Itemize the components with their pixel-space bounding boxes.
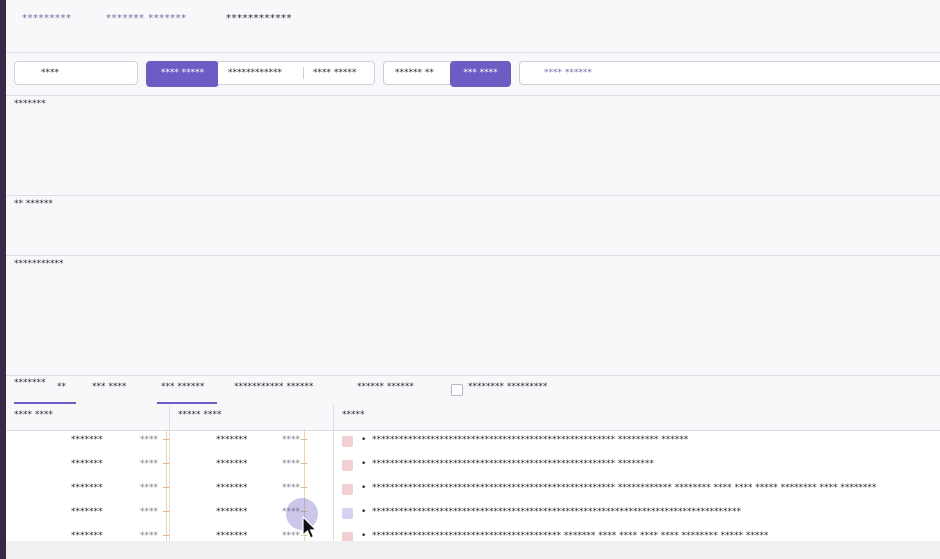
row-col2-unit: **** xyxy=(282,459,300,469)
chart-section-2: ** ****** xyxy=(6,196,940,256)
top-tab-1[interactable]: ********* xyxy=(22,13,72,24)
row-bar-marker-1 xyxy=(166,477,167,501)
table-row[interactable]: ******* **** ******* **** • *****************… xyxy=(6,501,940,525)
column-header-1[interactable]: **** **** xyxy=(14,410,53,420)
seg1-active-button[interactable]: **** ***** xyxy=(146,61,219,87)
search-value: **** xyxy=(41,68,59,78)
row-col1-value: ******* xyxy=(71,531,103,541)
segment-divider xyxy=(303,67,304,79)
row-message[interactable]: ****************************************… xyxy=(372,459,654,469)
row-bar-tick-2 xyxy=(301,439,307,440)
table-row[interactable]: ******* **** ******* **** • *****************… xyxy=(6,429,940,453)
search-input[interactable]: **** xyxy=(14,61,138,85)
row-bar-marker-1 xyxy=(166,453,167,477)
row-message[interactable]: ****************************************… xyxy=(372,507,741,517)
row-message[interactable]: ****************************************… xyxy=(372,435,688,445)
row-bullet-icon: • xyxy=(361,531,367,541)
row-col1-value: ******* xyxy=(71,459,103,469)
row-col2-unit: **** xyxy=(282,435,300,445)
row-bar-tick-2 xyxy=(301,463,307,464)
checkbox-label: ******** ********* xyxy=(468,382,548,392)
filter-input[interactable]: **** ****** xyxy=(519,61,940,85)
row-col2-unit: **** xyxy=(282,531,300,541)
seg1-option-3[interactable]: **** ***** xyxy=(313,62,356,84)
chart-section-3: *********** xyxy=(6,256,940,376)
top-tab-3[interactable]: ************ xyxy=(226,13,292,24)
row-bar-marker-1 xyxy=(166,525,167,541)
row-col2-value: ******* xyxy=(216,459,248,469)
row-col1-unit: **** xyxy=(140,531,158,541)
row-bar-tick-2 xyxy=(301,487,307,488)
row-level-swatch xyxy=(342,532,353,541)
row-col2-value: ******* xyxy=(216,435,248,445)
top-tab-bar: ********* ******* ******* ************ xyxy=(6,0,940,53)
tab-1-count: ** xyxy=(57,382,66,392)
row-level-swatch xyxy=(342,484,353,495)
app-page: ********* ******* ******* ************ *… xyxy=(6,0,940,559)
row-bullet-icon: • xyxy=(361,435,367,445)
row-col1-value: ******* xyxy=(71,507,103,517)
tab-4[interactable]: *********** ****** xyxy=(234,382,313,392)
tab-1[interactable]: ******* xyxy=(14,378,46,388)
filter-placeholder: **** ****** xyxy=(544,68,592,78)
column-header-3[interactable]: ***** xyxy=(342,410,365,420)
row-col2-value: ******* xyxy=(216,483,248,493)
row-bullet-icon: • xyxy=(361,483,367,493)
row-col1-unit: **** xyxy=(140,459,158,469)
details-tab-bar: ******* ** *** **** *** ****** *********… xyxy=(6,376,940,406)
mouse-cursor-icon xyxy=(302,516,318,539)
row-bar-marker-2 xyxy=(304,429,305,453)
table-header: **** **** ***** **** ***** xyxy=(6,405,940,431)
row-bar-tick-1 xyxy=(163,463,169,464)
section-2-title: ** ****** xyxy=(14,199,53,209)
top-tab-2[interactable]: ******* ******* xyxy=(106,13,187,24)
seg1-option-2[interactable]: ************ xyxy=(228,62,282,84)
tab-2[interactable]: *** **** xyxy=(92,382,126,392)
row-col1-unit: **** xyxy=(140,483,158,493)
row-col2-value: ******* xyxy=(216,507,248,517)
seg2-option-1[interactable]: ****** ** xyxy=(395,62,434,84)
column-header-2[interactable]: ***** **** xyxy=(178,410,221,420)
row-col2-value: ******* xyxy=(216,531,248,541)
row-bar-marker-1 xyxy=(166,501,167,525)
row-bar-tick-1 xyxy=(163,487,169,488)
row-level-swatch xyxy=(342,508,353,519)
row-message[interactable]: ****************************************… xyxy=(372,483,876,493)
row-bullet-icon: • xyxy=(361,459,367,469)
filter-checkbox[interactable] xyxy=(451,384,463,396)
row-level-swatch xyxy=(342,436,353,447)
row-level-swatch xyxy=(342,460,353,471)
row-bar-marker-1 xyxy=(166,429,167,453)
table-row[interactable]: ******* **** ******* **** • *****************… xyxy=(6,477,940,501)
table-row[interactable]: ******* **** ******* **** • *****************… xyxy=(6,525,940,541)
row-col2-unit: **** xyxy=(282,483,300,493)
row-bar-marker-2 xyxy=(304,453,305,477)
segment-group-1: ************ **** ***** xyxy=(218,61,375,85)
row-bar-tick-1 xyxy=(163,535,169,536)
segment-group-2: ****** ** xyxy=(383,61,453,85)
table-row[interactable]: ******* **** ******* **** • *****************… xyxy=(6,453,940,477)
tab-3-underline xyxy=(157,402,217,404)
toolbar: **** **** ***** ************ **** ***** … xyxy=(6,53,940,96)
row-bar-tick-1 xyxy=(163,439,169,440)
row-col1-unit: **** xyxy=(140,507,158,517)
tab-1-underline xyxy=(14,402,76,404)
row-bar-tick-1 xyxy=(163,511,169,512)
bottom-bar xyxy=(6,541,940,559)
row-col1-value: ******* xyxy=(71,435,103,445)
section-1-title: ******* xyxy=(14,99,46,109)
log-table: **** **** ***** **** ***** ******* **** **… xyxy=(6,405,940,541)
row-message[interactable]: ****************************************… xyxy=(372,531,768,541)
chart-section-1: ******* xyxy=(6,96,940,196)
row-col1-unit: **** xyxy=(140,435,158,445)
row-bullet-icon: • xyxy=(361,507,367,517)
tab-5[interactable]: ****** ****** xyxy=(357,382,414,392)
section-3-title: *********** xyxy=(14,259,64,269)
tab-3[interactable]: *** ****** xyxy=(161,382,204,392)
row-col1-value: ******* xyxy=(71,483,103,493)
seg2-active-button[interactable]: *** **** xyxy=(450,61,511,87)
